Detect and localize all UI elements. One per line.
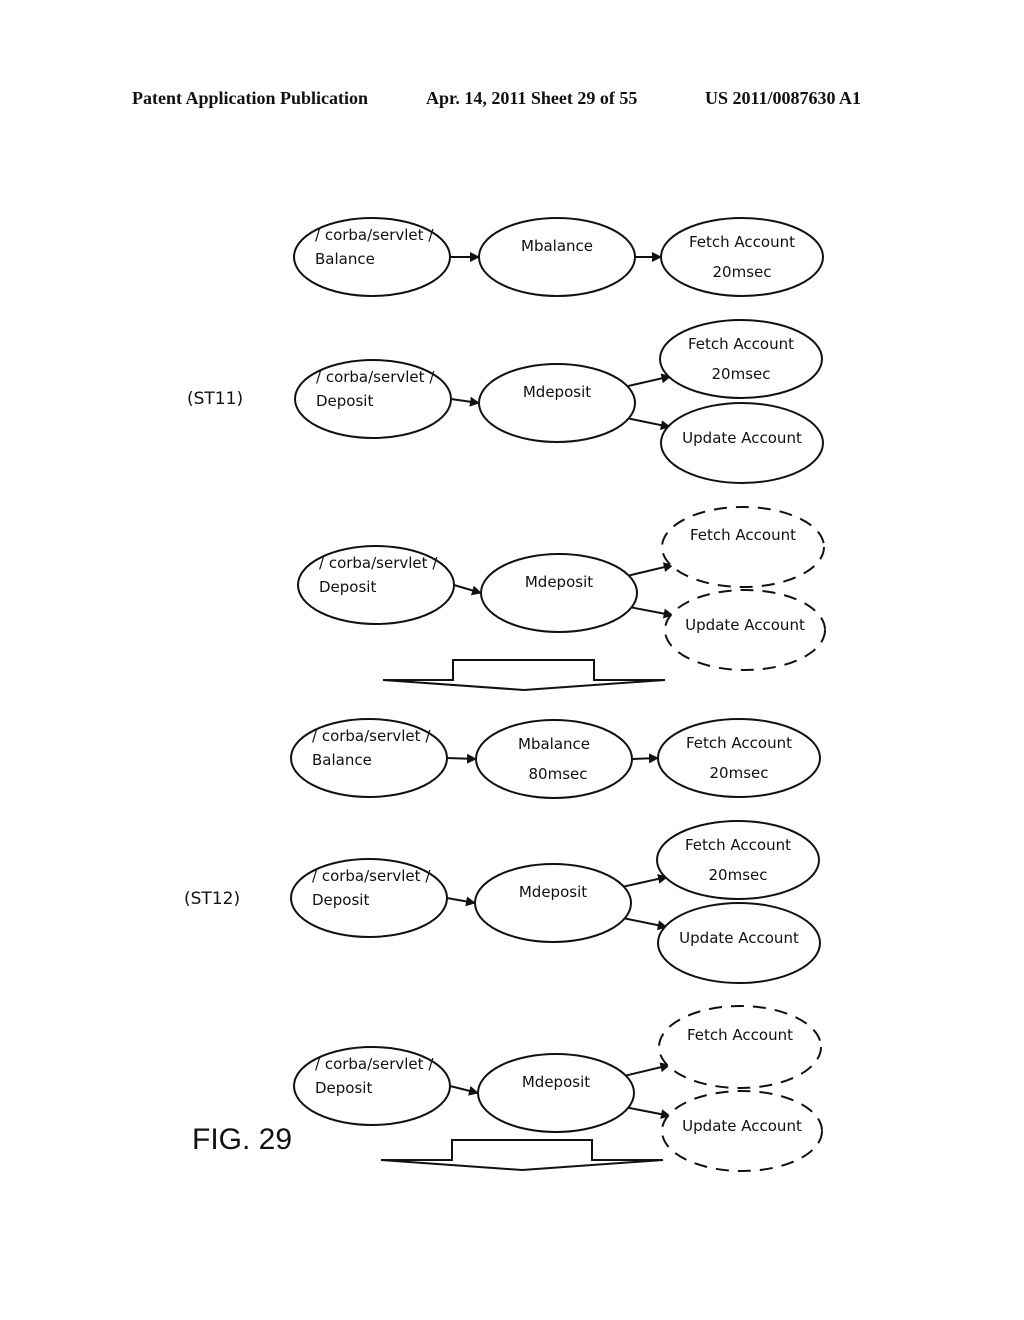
fetch-node-label: 20msec	[713, 263, 772, 281]
update-node-label: Update Account	[685, 616, 805, 634]
arrow-method-to-update	[628, 417, 671, 431]
flow-group-g4: / corba/servlet / Balance Mbalance 80msec Fe…	[290, 718, 821, 799]
transition-arrow-down	[380, 1139, 664, 1172]
servlet-node-label: Deposit	[319, 578, 376, 596]
method-node	[477, 1053, 635, 1133]
servlet-node-label: Balance	[315, 250, 375, 268]
method-node	[480, 553, 638, 633]
fetch-node-label: Fetch Account	[690, 526, 796, 544]
arrow-servlet-to-method	[450, 396, 480, 407]
fetch-node-label: Fetch Account	[686, 734, 792, 752]
servlet-node-label: Deposit	[312, 891, 369, 909]
arrow-method-to-fetch	[623, 874, 669, 888]
update-node-label: Update Account	[682, 429, 802, 447]
fetch-node-label: 20msec	[709, 866, 768, 884]
arrow-servlet-to-method	[446, 896, 476, 907]
fetch-node-label: 20msec	[712, 365, 771, 383]
arrow-method-to-fetch	[631, 753, 659, 764]
fetch-node	[656, 820, 820, 900]
fetch-node-label: Fetch Account	[687, 1026, 793, 1044]
method-node-label: Mdeposit	[519, 883, 587, 901]
method-node-label: Mdeposit	[525, 573, 593, 591]
fetch-node	[660, 217, 824, 297]
figure-label: FIG. 29	[192, 1123, 292, 1156]
step-label-st12: (ST12)	[184, 889, 240, 909]
method-node	[474, 863, 632, 943]
method-node	[478, 363, 636, 443]
servlet-node-label: / corba/servlet /	[312, 867, 431, 885]
servlet-node-label: / corba/servlet /	[312, 727, 431, 745]
method-node	[475, 719, 633, 799]
step-label-st11: (ST11)	[187, 389, 243, 409]
arrow-method-to-fetch	[625, 1062, 671, 1077]
arrow-servlet-to-method	[453, 584, 482, 596]
fetch-node-label: 20msec	[710, 764, 769, 782]
flow-group-g2: / corba/servlet / Deposit Mdeposit Fetch Ac…	[294, 319, 824, 484]
arrow-method-to-update	[628, 1106, 671, 1120]
servlet-node-label: / corba/servlet /	[319, 554, 438, 572]
figure-diagram: / corba/servlet / Balance Mbalance Fetch Ac…	[184, 217, 826, 1172]
servlet-node-label: / corba/servlet /	[316, 368, 435, 386]
update-node-label: Update Account	[679, 929, 799, 947]
method-node	[478, 217, 636, 297]
transition-arrow-down	[382, 659, 666, 692]
servlet-node-label: / corba/servlet /	[315, 1055, 434, 1073]
fetch-node-label: Fetch Account	[689, 233, 795, 251]
flow-group-g5: / corba/servlet / Deposit Mdeposit Fetch Ac…	[290, 820, 821, 984]
fetch-node-dashed	[661, 506, 825, 588]
servlet-node-label: / corba/servlet /	[315, 226, 434, 244]
fetch-node-label: Fetch Account	[688, 335, 794, 353]
method-node-label: Mbalance	[521, 237, 593, 255]
flow-group-g1: / corba/servlet / Balance Mbalance Fetch Ac…	[293, 217, 824, 297]
flow-group-g3: / corba/servlet / Deposit Mdeposit Fetch Ac…	[297, 506, 826, 671]
method-node-label: 80msec	[529, 765, 588, 783]
arrow-method-to-update	[624, 917, 668, 931]
method-node-label: Mbalance	[518, 735, 590, 753]
servlet-node-label: Deposit	[316, 392, 373, 410]
arrow-servlet-to-method	[449, 1085, 479, 1096]
arrow-servlet-to-method	[446, 753, 477, 764]
fetch-node-label: Fetch Account	[685, 836, 791, 854]
update-node-label: Update Account	[682, 1117, 802, 1135]
servlet-node-label: Balance	[312, 751, 372, 769]
method-node-label: Mdeposit	[522, 1073, 590, 1091]
fetch-node	[657, 718, 821, 798]
fetch-node-dashed	[658, 1005, 822, 1089]
arrow-method-to-update	[631, 606, 674, 619]
fetch-node	[659, 319, 823, 399]
servlet-node-label: Deposit	[315, 1079, 372, 1097]
method-node-label: Mdeposit	[523, 383, 591, 401]
arrow-method-to-fetch	[627, 373, 672, 388]
arrow-method-to-fetch	[628, 562, 674, 577]
